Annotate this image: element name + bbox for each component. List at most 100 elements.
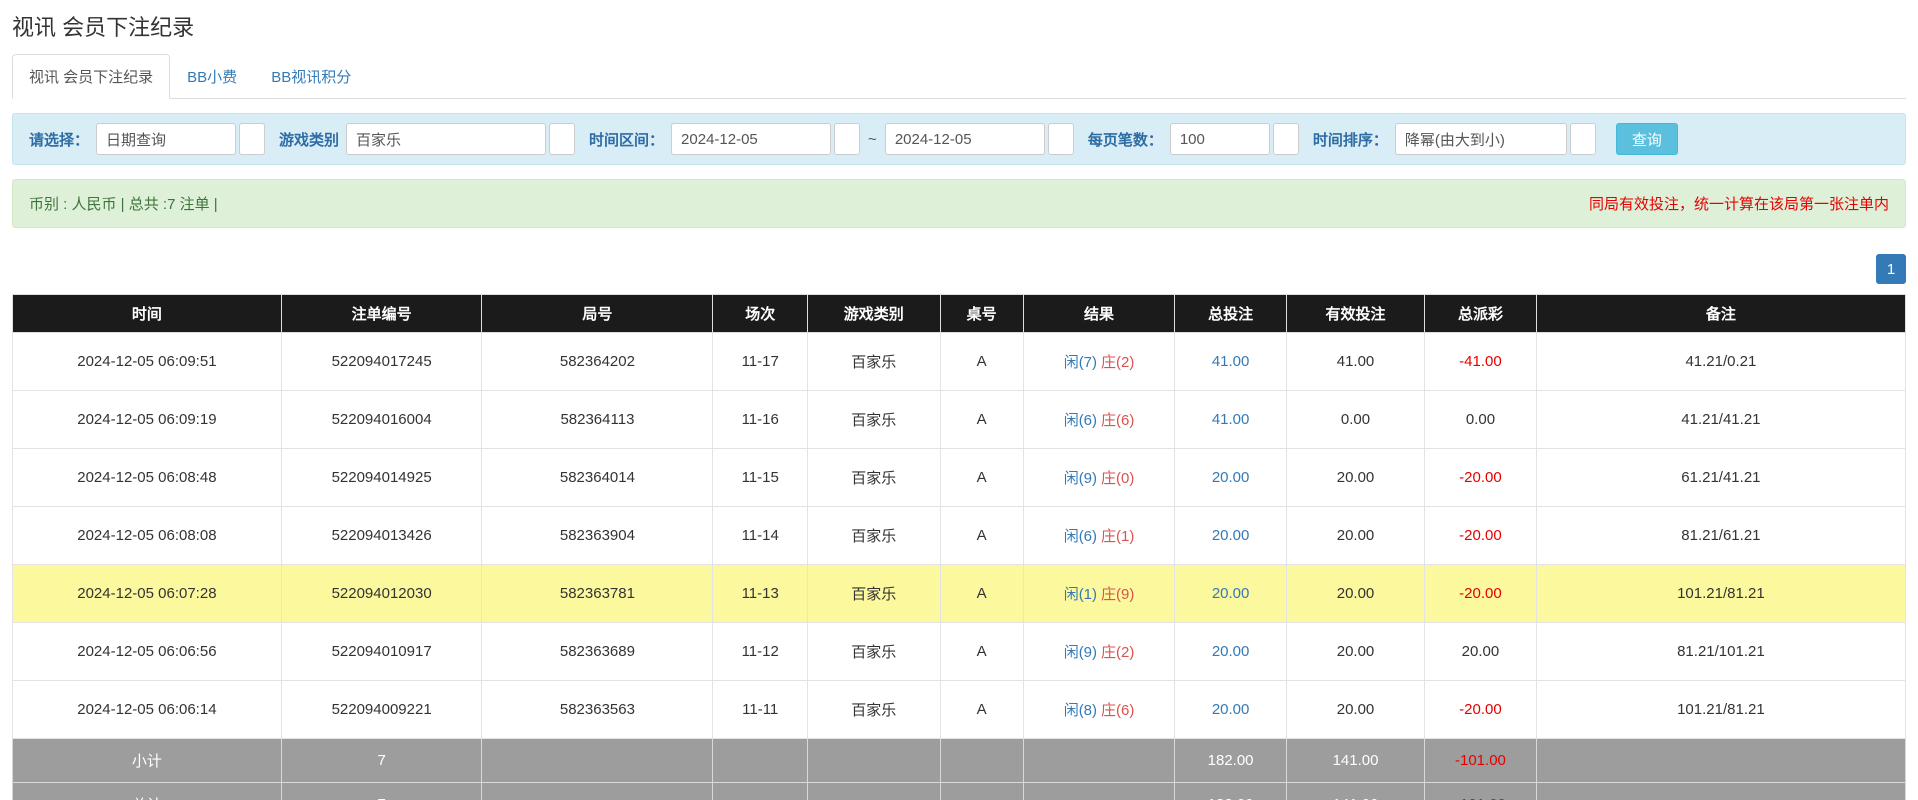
table-row[interactable]: 2024-12-05 06:06:14 522094009221 5823635… <box>13 681 1906 739</box>
result-player: 闲(8) <box>1064 702 1097 719</box>
summary-empty-cell <box>713 739 808 783</box>
summary-valid-bet: 141.00 <box>1286 739 1424 783</box>
page: 视讯 会员下注纪录 视讯 会员下注纪录 BB小费 BB视讯积分 请选择： 游戏类… <box>0 0 1918 800</box>
table-summary-row: 总计 7 182.00 141.00 -101.00 <box>13 783 1906 800</box>
sort-order-label: 时间排序： <box>1313 129 1388 150</box>
table-row[interactable]: 2024-12-05 06:08:08 522094013426 5823639… <box>13 507 1906 565</box>
summary-empty-cell <box>1023 739 1174 783</box>
column-header: 备注 <box>1536 295 1905 333</box>
date-to-select[interactable] <box>1048 123 1074 155</box>
cell-total-bet[interactable]: 20.00 <box>1175 565 1287 623</box>
game-type-label: 游戏类别 <box>279 129 339 150</box>
cell-total-bet[interactable]: 20.00 <box>1175 623 1287 681</box>
cell-total-bet[interactable]: 20.00 <box>1175 681 1287 739</box>
cell-bet-id: 522094013426 <box>281 507 482 565</box>
result-player: 闲(6) <box>1064 412 1097 429</box>
column-header: 总投注 <box>1175 295 1287 333</box>
summary-payout: -101.00 <box>1425 783 1537 800</box>
column-header: 场次 <box>713 295 808 333</box>
summary-empty-cell <box>1536 783 1905 800</box>
cell-payout: 20.00 <box>1425 623 1537 681</box>
sort-order-select[interactable] <box>1570 123 1596 155</box>
page-size-input[interactable] <box>1170 123 1270 155</box>
table-row[interactable]: 2024-12-05 06:06:56 522094010917 5823636… <box>13 623 1906 681</box>
result-banker: 庄(0) <box>1101 470 1134 487</box>
summary-empty-cell <box>1023 783 1174 800</box>
table-body: 2024-12-05 06:09:51 522094017245 5823642… <box>13 333 1906 739</box>
query-type-input[interactable] <box>96 123 236 155</box>
tab-bb-video-points[interactable]: BB视讯积分 <box>254 54 368 99</box>
game-type-input[interactable] <box>346 123 546 155</box>
cell-game-type: 百家乐 <box>808 507 941 565</box>
table-header-row: 时间注单编号局号场次游戏类别桌号结果总投注有效投注总派彩备注 <box>13 295 1906 333</box>
summary-total-bet: 182.00 <box>1175 739 1287 783</box>
cell-bet-id: 522094014925 <box>281 449 482 507</box>
cell-round-id: 582364113 <box>482 391 713 449</box>
page-size-select[interactable] <box>1273 123 1299 155</box>
column-header: 桌号 <box>940 295 1023 333</box>
query-type-select[interactable] <box>239 123 265 155</box>
cell-game-type: 百家乐 <box>808 623 941 681</box>
cell-total-bet[interactable]: 41.00 <box>1175 333 1287 391</box>
date-to-input[interactable] <box>885 123 1045 155</box>
sort-order-input[interactable] <box>1395 123 1567 155</box>
game-type-select[interactable] <box>549 123 575 155</box>
date-from-select[interactable] <box>834 123 860 155</box>
cell-round-id: 582363904 <box>482 507 713 565</box>
cell-note: 101.21/81.21 <box>1536 681 1905 739</box>
cell-result: 闲(9)庄(0) <box>1023 449 1174 507</box>
table-row[interactable]: 2024-12-05 06:09:51 522094017245 5823642… <box>13 333 1906 391</box>
betting-records-table: 时间注单编号局号场次游戏类别桌号结果总投注有效投注总派彩备注 2024-12-0… <box>12 294 1906 800</box>
cell-session: 11-12 <box>713 623 808 681</box>
cell-valid-bet: 20.00 <box>1286 449 1424 507</box>
cell-bet-id: 522094012030 <box>281 565 482 623</box>
cell-time: 2024-12-05 06:06:14 <box>13 681 282 739</box>
summary-empty-cell <box>940 783 1023 800</box>
cell-valid-bet: 20.00 <box>1286 623 1424 681</box>
cell-note: 101.21/81.21 <box>1536 565 1905 623</box>
cell-note: 81.21/101.21 <box>1536 623 1905 681</box>
table-row[interactable]: 2024-12-05 06:07:28 522094012030 5823637… <box>13 565 1906 623</box>
cell-session: 11-11 <box>713 681 808 739</box>
cell-payout: -20.00 <box>1425 507 1537 565</box>
column-header: 结果 <box>1023 295 1174 333</box>
summary-payout: -101.00 <box>1425 739 1537 783</box>
search-button[interactable]: 查询 <box>1616 123 1678 155</box>
cell-valid-bet: 0.00 <box>1286 391 1424 449</box>
cell-round-id: 582364202 <box>482 333 713 391</box>
query-type-label: 请选择： <box>29 129 89 150</box>
summary-count: 7 <box>281 783 482 800</box>
cell-game-type: 百家乐 <box>808 681 941 739</box>
cell-session: 11-15 <box>713 449 808 507</box>
cell-total-bet[interactable]: 20.00 <box>1175 449 1287 507</box>
tab-bar: 视讯 会员下注纪录 BB小费 BB视讯积分 <box>12 54 1906 99</box>
column-header: 局号 <box>482 295 713 333</box>
summary-empty-cell <box>713 783 808 800</box>
summary-valid-bet: 141.00 <box>1286 783 1424 800</box>
cell-round-id: 582363689 <box>482 623 713 681</box>
tab-bb-tips[interactable]: BB小费 <box>170 54 254 99</box>
cell-valid-bet: 20.00 <box>1286 565 1424 623</box>
cell-valid-bet: 20.00 <box>1286 507 1424 565</box>
cell-payout: 0.00 <box>1425 391 1537 449</box>
cell-time: 2024-12-05 06:08:48 <box>13 449 282 507</box>
summary-empty-cell <box>940 739 1023 783</box>
cell-valid-bet: 41.00 <box>1286 333 1424 391</box>
table-row[interactable]: 2024-12-05 06:09:19 522094016004 5823641… <box>13 391 1906 449</box>
date-range-separator: ~ <box>868 131 877 148</box>
cell-time: 2024-12-05 06:07:28 <box>13 565 282 623</box>
cell-total-bet[interactable]: 41.00 <box>1175 391 1287 449</box>
tab-betting-records[interactable]: 视讯 会员下注纪录 <box>12 54 170 99</box>
result-banker: 庄(6) <box>1101 702 1134 719</box>
column-header: 注单编号 <box>281 295 482 333</box>
page-button-1-top[interactable]: 1 <box>1876 254 1906 284</box>
pagination-top: 1 <box>12 254 1906 284</box>
cell-table-no: A <box>940 449 1023 507</box>
date-from-input[interactable] <box>671 123 831 155</box>
table-row[interactable]: 2024-12-05 06:08:48 522094014925 5823640… <box>13 449 1906 507</box>
table-head: 时间注单编号局号场次游戏类别桌号结果总投注有效投注总派彩备注 <box>13 295 1906 333</box>
cell-table-no: A <box>940 565 1023 623</box>
result-banker: 庄(6) <box>1101 412 1134 429</box>
currency-total-text: 币别 : 人民币 | 总共 :7 注单 | <box>29 193 218 214</box>
cell-total-bet[interactable]: 20.00 <box>1175 507 1287 565</box>
